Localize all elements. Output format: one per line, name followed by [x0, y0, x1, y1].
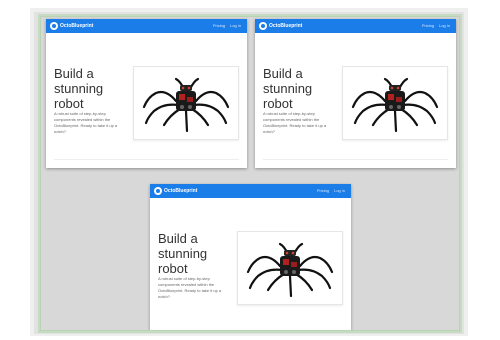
octo-logo-icon	[50, 22, 58, 30]
brand-link[interactable]: OctoBlueprint	[154, 187, 197, 195]
screenshot-collage: OctoBlueprint Pricing Log in Build a stu…	[40, 16, 460, 331]
nav-link-pricing[interactable]: Pricing	[317, 188, 329, 194]
octo-logo-icon	[154, 187, 162, 195]
hero-image-card	[237, 231, 343, 305]
section-divider	[54, 159, 239, 160]
hero-title-line: robot	[54, 96, 84, 111]
nav-link-login[interactable]: Log in	[439, 23, 450, 29]
hexapod-robot-image	[351, 77, 439, 133]
nav-links: Pricing Log in	[317, 188, 345, 194]
nav-link-login[interactable]: Log in	[334, 188, 345, 194]
hexapod-robot-image	[142, 77, 230, 133]
hexapod-robot-image	[246, 242, 334, 298]
brand-name: OctoBlueprint	[60, 23, 94, 29]
hero-image-card	[342, 66, 448, 140]
brand-link[interactable]: OctoBlueprint	[50, 22, 93, 30]
page-preview-2: OctoBlueprint Pricing Log in Build a stu…	[255, 19, 456, 168]
page-preview-1: OctoBlueprint Pricing Log in Build a stu…	[46, 19, 247, 168]
hero-title: Build a stunning robot	[263, 66, 343, 111]
hero-description: A robust suite of step-by-step component…	[54, 111, 118, 134]
brand-link[interactable]: OctoBlueprint	[259, 22, 302, 30]
navbar: OctoBlueprint Pricing Log in	[150, 184, 351, 198]
navbar: OctoBlueprint Pricing Log in	[255, 19, 456, 33]
page-preview-3: OctoBlueprint Pricing Log in Build a stu…	[150, 184, 351, 330]
hero-title-line: stunning	[263, 81, 313, 96]
hero-title-line: stunning	[158, 246, 208, 261]
hero-image-card	[133, 66, 239, 140]
hero-description: A robust suite of step-by-step component…	[263, 111, 327, 134]
hero-title-line: Build a	[54, 66, 94, 81]
hero-title-line: Build a	[263, 66, 303, 81]
brand-name: OctoBlueprint	[164, 188, 198, 194]
hero-title-line: stunning	[54, 81, 104, 96]
navbar: OctoBlueprint Pricing Log in	[46, 19, 247, 33]
nav-links: Pricing Log in	[422, 23, 450, 29]
hero-title: Build a stunning robot	[54, 66, 134, 111]
hero-title-line: robot	[158, 261, 188, 276]
hero-title: Build a stunning robot	[158, 231, 238, 276]
hero-title-line: robot	[263, 96, 293, 111]
nav-link-login[interactable]: Log in	[230, 23, 241, 29]
nav-links: Pricing Log in	[213, 23, 241, 29]
nav-link-pricing[interactable]: Pricing	[213, 23, 225, 29]
nav-link-pricing[interactable]: Pricing	[422, 23, 434, 29]
hero-title-line: Build a	[158, 231, 198, 246]
hero-description: A robust suite of step-by-step component…	[158, 276, 222, 299]
octo-logo-icon	[259, 22, 267, 30]
section-divider	[263, 159, 448, 160]
brand-name: OctoBlueprint	[269, 23, 303, 29]
